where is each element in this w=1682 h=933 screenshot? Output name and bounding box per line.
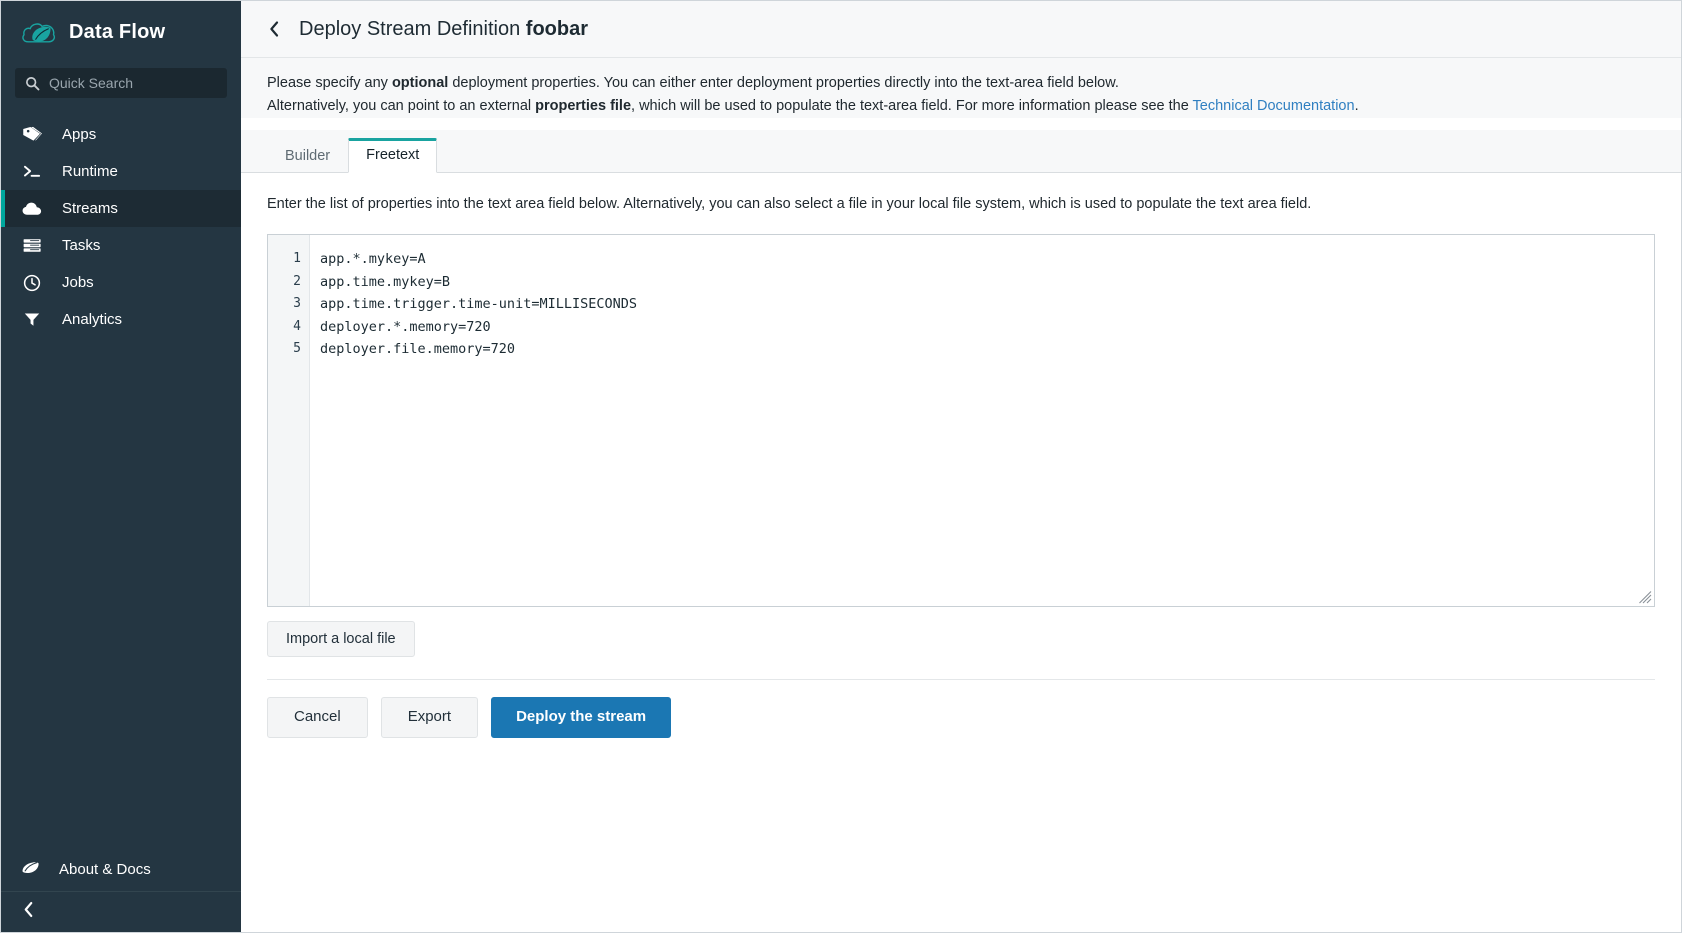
properties-textarea[interactable]: 1 2 3 4 5 app.*.mykey=A app.time.mykey=B… [267,234,1655,607]
freetext-panel: Enter the list of properties into the te… [241,173,1681,932]
sidebar-nav: Apps Runtime Streams Tasks Jobs Analytic… [1,116,241,338]
terminal-icon [21,162,43,182]
sidebar-item-label: About & Docs [59,861,151,878]
main-content: Deploy Stream Definition foobar Please s… [241,1,1681,932]
brand: Data Flow [1,1,241,64]
sidebar-item-label: Streams [62,200,118,217]
line-number: 5 [293,341,301,356]
line-number: 4 [293,318,301,334]
code-line: app.*.mykey=A [320,251,426,267]
intro-l1-optional: optional [391,75,449,91]
intro-l2-a: Alternatively, you can point to an exter… [267,98,536,114]
sidebar-item-runtime[interactable]: Runtime [1,153,241,190]
export-button[interactable]: Export [380,697,479,738]
technical-documentation-link[interactable]: Technical Documentation [1193,98,1355,114]
code-line: deployer.*.memory=720 [320,318,491,335]
code-line: app.time.mykey=B [320,273,451,290]
sidebar-item-label: Runtime [62,163,118,180]
tab-bar: Builder Freetext [241,130,1681,173]
spring-cloud-leaf-logo-icon [21,18,57,48]
sidebar-item-label: Analytics [62,311,123,328]
intro-text: Please specify any optional deployment p… [241,58,1681,118]
back-chevron-left-icon[interactable] [267,20,281,38]
line-number: 1 [293,251,301,266]
sidebar-item-jobs[interactable]: Jobs [1,264,241,301]
import-local-file-button[interactable]: Import a local file [267,621,415,657]
line-number: 2 [293,273,301,289]
clock-icon [21,273,43,293]
tab-builder[interactable]: Builder [267,139,348,173]
intro-l2-c: , which will be used to populate the tex… [631,98,1193,114]
line-number: 3 [293,296,301,311]
actions-divider [267,679,1655,680]
intro-l1-a: Please specify any [267,75,392,91]
intro-l1-c: deployment properties. You can either en… [448,75,1119,91]
page-header: Deploy Stream Definition foobar [241,1,1681,58]
sidebar-item-tasks[interactable]: Tasks [1,227,241,264]
sidebar-collapse-button[interactable] [1,892,241,932]
tab-freetext[interactable]: Freetext [348,138,438,173]
leaf-icon [21,860,40,879]
search-input[interactable] [49,75,217,91]
brand-title: Data Flow [69,21,166,43]
funnel-icon [21,310,43,330]
sidebar-item-label: Tasks [62,237,101,254]
search-icon [25,76,40,91]
intro-l2-d: . [1354,98,1359,114]
sidebar-item-analytics[interactable]: Analytics [1,301,241,338]
intro-line-2: Alternatively, you can point to an exter… [267,95,1681,118]
sidebar-bottom: About & Docs [1,848,241,932]
editor-code-area[interactable]: app.*.mykey=A app.time.mykey=B app.time.… [310,235,1654,606]
cancel-button[interactable]: Cancel [267,697,368,738]
tags-icon [21,125,43,145]
freetext-hint: Enter the list of properties into the te… [267,196,1312,212]
code-line: deployer.file.memory=720 [320,341,516,357]
app-window: Data Flow Quick Search Apps Runtime Stre… [0,0,1682,933]
line-number-gutter: 1 2 3 4 5 [268,235,310,606]
sidebar-item-about-docs[interactable]: About & Docs [1,848,241,892]
deploy-the-stream-button[interactable]: Deploy the stream [491,697,672,738]
chevron-left-icon [23,901,34,923]
quick-search-box[interactable] [15,68,227,98]
sidebar-item-label: Apps [62,126,97,143]
code-line: app.time.trigger.time-unit=MILLISECONDS [320,296,637,312]
intro-l2-properties-file: properties file [535,98,632,114]
sidebar: Data Flow Quick Search Apps Runtime Stre… [1,1,241,932]
server-icon [21,236,43,256]
sidebar-item-apps[interactable]: Apps [1,116,241,153]
sidebar-item-streams[interactable]: Streams [1,190,241,227]
page-title-prefix: Deploy Stream Definition [299,17,526,40]
sidebar-item-label: Jobs [62,274,94,291]
cloud-icon [21,199,43,219]
quick-search-wrap [1,68,241,98]
action-buttons: Cancel Export Deploy the stream [267,697,1655,738]
resize-grip-icon[interactable] [1639,591,1652,604]
intro-line-1: Please specify any optional deployment p… [267,72,1681,95]
page-title: Deploy Stream Definition foobar [299,18,588,41]
page-title-stream-name: foobar [525,17,588,40]
